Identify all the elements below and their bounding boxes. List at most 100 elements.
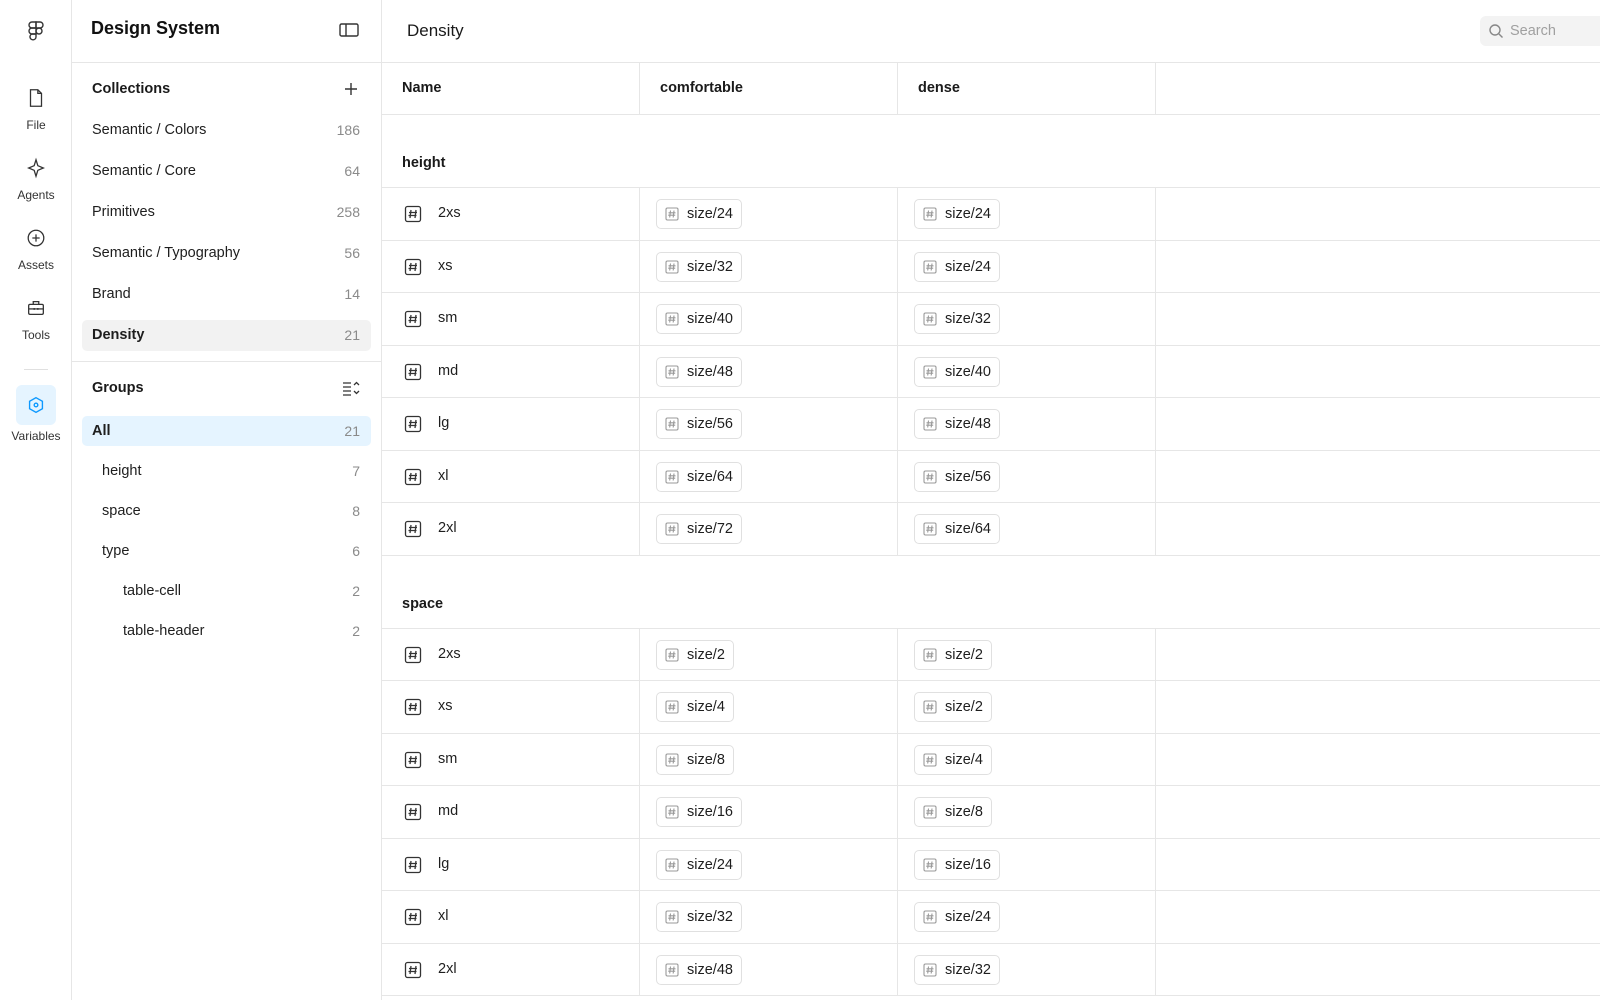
group-item[interactable]: table-cell 2 (82, 576, 371, 606)
alias-chip[interactable]: size/32 (914, 304, 1000, 334)
alias-chip[interactable]: size/8 (914, 797, 992, 827)
dense-cell[interactable]: size/4 (898, 733, 1156, 785)
table-row[interactable]: 2xl size/72 size/64 (382, 503, 1600, 556)
table-row[interactable]: sm size/8 size/4 (382, 733, 1600, 786)
comfortable-cell[interactable]: size/40 (640, 293, 898, 345)
alias-chip[interactable]: size/2 (656, 639, 734, 670)
alias-chip[interactable]: size/64 (914, 514, 1000, 544)
table-row[interactable]: xl size/64 size/56 (382, 450, 1600, 503)
rail-item-file[interactable]: File (0, 82, 72, 132)
group-item[interactable]: space 8 (82, 496, 371, 526)
collection-item[interactable]: Brand 14 (82, 279, 371, 310)
alias-chip[interactable]: size/32 (656, 251, 742, 282)
name-cell[interactable]: 2xs (382, 628, 640, 680)
name-cell[interactable]: sm (382, 733, 640, 785)
alias-chip[interactable]: size/32 (914, 954, 1000, 985)
rail-item-agents[interactable]: Agents (0, 152, 72, 202)
alias-chip[interactable]: size/72 (656, 514, 742, 544)
collection-item-selected[interactable]: Density 21 (82, 320, 371, 351)
alias-chip[interactable]: size/48 (656, 356, 742, 387)
alias-chip[interactable]: size/24 (656, 199, 742, 229)
column-header-comfortable[interactable]: comfortable (640, 63, 898, 115)
table-row[interactable]: md size/48 size/40 (382, 345, 1600, 398)
dense-cell[interactable]: size/2 (898, 628, 1156, 680)
comfortable-cell[interactable]: size/2 (640, 628, 898, 680)
table-row[interactable]: lg size/24 size/16 (382, 838, 1600, 891)
comfortable-cell[interactable]: size/32 (640, 891, 898, 943)
dense-cell[interactable]: size/8 (898, 786, 1156, 838)
search-input[interactable] (1510, 23, 1600, 39)
alias-chip[interactable]: size/24 (914, 251, 1000, 282)
group-item[interactable]: type 6 (82, 536, 371, 566)
name-cell[interactable]: xs (382, 240, 640, 292)
table-row[interactable]: xs size/32 size/24 (382, 240, 1600, 293)
alias-chip[interactable]: size/2 (914, 692, 992, 722)
collection-item[interactable]: Semantic / Typography 56 (82, 238, 371, 269)
add-collection-button[interactable] (341, 79, 361, 99)
dense-cell[interactable]: size/56 (898, 450, 1156, 502)
alias-chip[interactable]: size/40 (914, 356, 1000, 387)
name-cell[interactable]: md (382, 786, 640, 838)
table-row[interactable]: lg size/56 size/48 (382, 398, 1600, 451)
table-row[interactable]: xs size/4 size/2 (382, 681, 1600, 734)
collapse-groups-button[interactable] (341, 378, 361, 398)
comfortable-cell[interactable]: size/32 (640, 240, 898, 292)
dense-cell[interactable]: size/16 (898, 838, 1156, 890)
name-cell[interactable]: xl (382, 450, 640, 502)
collection-item[interactable]: Semantic / Colors 186 (82, 115, 371, 146)
name-cell[interactable]: sm (382, 293, 640, 345)
alias-chip[interactable]: size/48 (656, 954, 742, 985)
comfortable-cell[interactable]: size/8 (640, 733, 898, 785)
alias-chip[interactable]: size/2 (914, 639, 992, 670)
table-row[interactable]: sm size/40 size/32 (382, 293, 1600, 346)
rail-item-tools[interactable]: Tools (0, 292, 72, 342)
comfortable-cell[interactable]: size/48 (640, 345, 898, 397)
alias-chip[interactable]: size/56 (656, 409, 742, 439)
group-item[interactable]: table-header 2 (82, 616, 371, 646)
comfortable-cell[interactable]: size/48 (640, 943, 898, 995)
comfortable-cell[interactable]: size/56 (640, 398, 898, 450)
comfortable-cell[interactable]: size/4 (640, 681, 898, 733)
alias-chip[interactable]: size/24 (914, 199, 1000, 229)
alias-chip[interactable]: size/56 (914, 461, 1000, 492)
alias-chip[interactable]: size/8 (656, 744, 734, 775)
alias-chip[interactable]: size/16 (656, 797, 742, 827)
table-row[interactable]: md size/16 size/8 (382, 786, 1600, 839)
name-cell[interactable]: 2xl (382, 503, 640, 555)
group-item-all[interactable]: All 21 (82, 416, 371, 446)
group-item[interactable]: height 7 (82, 456, 371, 486)
sidebar-toggle-icon[interactable] (338, 20, 360, 40)
comfortable-cell[interactable]: size/64 (640, 450, 898, 502)
dense-cell[interactable]: size/40 (898, 345, 1156, 397)
figma-logo-icon[interactable] (24, 19, 48, 43)
search-box[interactable] (1480, 16, 1600, 46)
collection-item[interactable]: Primitives 258 (82, 197, 371, 228)
rail-item-variables[interactable]: Variables (0, 385, 72, 443)
table-row[interactable]: 2xs size/2 size/2 (382, 628, 1600, 681)
alias-chip[interactable]: size/4 (914, 744, 992, 775)
dense-cell[interactable]: size/24 (898, 240, 1156, 292)
dense-cell[interactable]: size/2 (898, 681, 1156, 733)
alias-chip[interactable]: size/16 (914, 849, 1000, 880)
alias-chip[interactable]: size/24 (914, 902, 1000, 932)
comfortable-cell[interactable]: size/24 (640, 838, 898, 890)
rail-item-assets[interactable]: Assets (0, 222, 72, 272)
column-header-name[interactable]: Name (382, 63, 640, 115)
dense-cell[interactable]: size/32 (898, 943, 1156, 995)
alias-chip[interactable]: size/64 (656, 461, 742, 492)
alias-chip[interactable]: size/48 (914, 409, 1000, 439)
dense-cell[interactable]: size/24 (898, 188, 1156, 240)
dense-cell[interactable]: size/64 (898, 503, 1156, 555)
alias-chip[interactable]: size/24 (656, 849, 742, 880)
name-cell[interactable]: 2xs (382, 188, 640, 240)
alias-chip[interactable]: size/32 (656, 902, 742, 932)
name-cell[interactable]: 2xl (382, 943, 640, 995)
name-cell[interactable]: md (382, 345, 640, 397)
dense-cell[interactable]: size/32 (898, 293, 1156, 345)
dense-cell[interactable]: size/48 (898, 398, 1156, 450)
name-cell[interactable]: xl (382, 891, 640, 943)
dense-cell[interactable]: size/24 (898, 891, 1156, 943)
alias-chip[interactable]: size/4 (656, 692, 734, 722)
name-cell[interactable]: lg (382, 398, 640, 450)
comfortable-cell[interactable]: size/72 (640, 503, 898, 555)
